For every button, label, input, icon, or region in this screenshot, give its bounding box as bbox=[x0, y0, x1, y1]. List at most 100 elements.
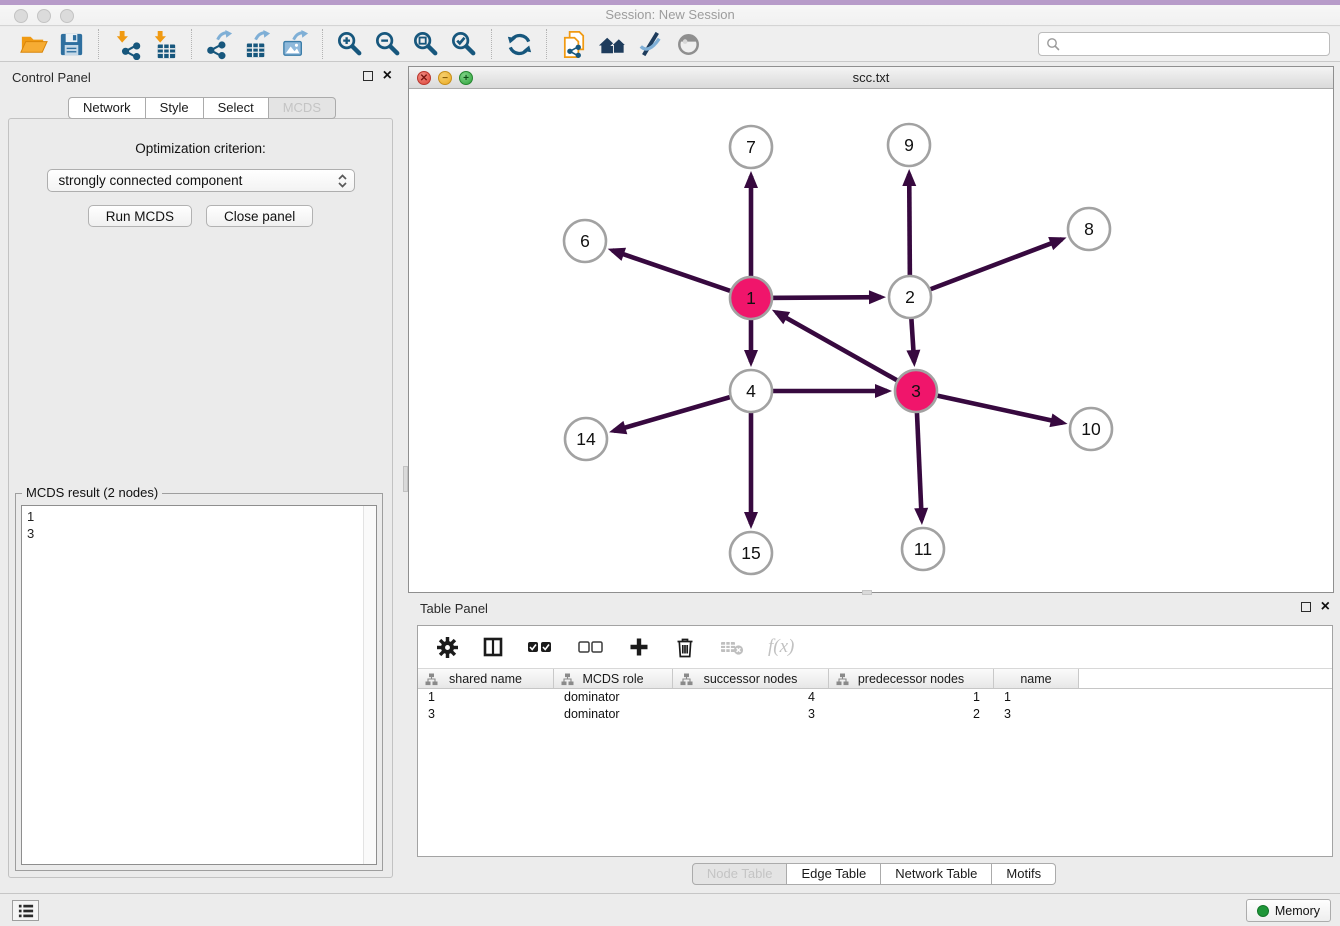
search-input[interactable] bbox=[1060, 34, 1329, 54]
vizmap-button[interactable] bbox=[631, 28, 669, 60]
import-table-button[interactable] bbox=[145, 28, 183, 60]
close-table-panel-icon[interactable]: × bbox=[1321, 601, 1330, 613]
table-cell-MCDS-role[interactable]: dominator bbox=[554, 689, 673, 706]
float-panel-icon[interactable] bbox=[363, 71, 373, 81]
graph-node-1[interactable]: 1 bbox=[730, 277, 772, 319]
save-button[interactable] bbox=[52, 28, 90, 60]
eye-button[interactable] bbox=[669, 28, 707, 60]
table-rows: 1dominator4113dominator323 bbox=[418, 689, 1332, 722]
zoom-fit-icon bbox=[411, 29, 442, 60]
graph-node-2[interactable]: 2 bbox=[889, 276, 931, 318]
search-box[interactable] bbox=[1038, 32, 1330, 56]
home-icon bbox=[597, 29, 628, 60]
network-minimize-icon[interactable]: − bbox=[438, 71, 452, 85]
column-header-predecessor-nodes[interactable]: predecessor nodes bbox=[829, 669, 994, 688]
open-button[interactable] bbox=[14, 28, 52, 60]
home-button[interactable] bbox=[593, 28, 631, 60]
deselect-all-button[interactable] bbox=[578, 635, 604, 659]
table-column-headers: shared name MCDS role successor nodesprede… bbox=[418, 668, 1332, 689]
tab-mcds[interactable]: MCDS bbox=[269, 97, 336, 119]
graph-node-15[interactable]: 15 bbox=[730, 532, 772, 574]
network-maximize-icon[interactable]: + bbox=[459, 71, 473, 85]
zoom-out-button[interactable] bbox=[369, 28, 407, 60]
table-cell-shared-name[interactable]: 3 bbox=[418, 706, 554, 723]
table-row[interactable]: 3dominator323 bbox=[418, 706, 1332, 723]
float-table-panel-icon[interactable] bbox=[1301, 602, 1311, 612]
duplicate-network-button[interactable] bbox=[555, 28, 593, 60]
node-table-container: f(x) shared nameMCDS rolesuccessor nodes… bbox=[417, 625, 1333, 857]
zoom-in-button[interactable] bbox=[331, 28, 369, 60]
table-cell-name[interactable]: 1 bbox=[994, 689, 1079, 706]
column-header-label: MCDS role bbox=[582, 672, 643, 686]
graph-node-7[interactable]: 7 bbox=[730, 126, 772, 168]
refresh-button[interactable] bbox=[500, 28, 538, 60]
control-panel: Control Panel × NetworkStyleSelectMCDS O… bbox=[0, 66, 404, 880]
table-panel-tabs: Node TableEdge TableNetwork TableMotifs bbox=[408, 863, 1340, 885]
list-icon bbox=[17, 903, 35, 919]
column-header-MCDS-role[interactable]: MCDS role bbox=[554, 669, 673, 688]
network-close-icon[interactable]: ✕ bbox=[417, 71, 431, 85]
import-network-button[interactable] bbox=[107, 28, 145, 60]
graph-node-9[interactable]: 9 bbox=[888, 124, 930, 166]
mcds-result-scrollbar[interactable] bbox=[363, 506, 376, 864]
table-cell-predecessor-nodes[interactable]: 2 bbox=[829, 706, 994, 723]
column-header-label: shared name bbox=[449, 672, 522, 686]
graph-node-3[interactable]: 3 bbox=[895, 370, 937, 412]
tab-style[interactable]: Style bbox=[146, 97, 204, 119]
column-header-successor-nodes[interactable]: successor nodes bbox=[673, 669, 829, 688]
control-panel-title: Control Panel bbox=[12, 70, 91, 85]
zoom-fit-button[interactable] bbox=[407, 28, 445, 60]
graph-edge-3-1[interactable] bbox=[776, 312, 916, 391]
tab-motifs[interactable]: Motifs bbox=[992, 863, 1056, 885]
graph-edge-2-8[interactable] bbox=[910, 239, 1062, 297]
graph-node-8[interactable]: 8 bbox=[1068, 208, 1110, 250]
task-history-button[interactable] bbox=[12, 900, 39, 921]
graph-node-14[interactable]: 14 bbox=[565, 418, 607, 460]
column-header-shared-name[interactable]: shared name bbox=[418, 669, 554, 688]
control-panel-header: Control Panel × bbox=[0, 66, 404, 90]
graph-node-label-7: 7 bbox=[746, 137, 756, 157]
close-panel-icon[interactable]: × bbox=[383, 70, 392, 82]
tab-select[interactable]: Select bbox=[204, 97, 269, 119]
table-cell-successor-nodes[interactable]: 4 bbox=[673, 689, 829, 706]
select-all-button[interactable] bbox=[528, 635, 554, 659]
eye-icon bbox=[673, 29, 704, 60]
close-panel-button[interactable]: Close panel bbox=[206, 205, 313, 227]
memory-button[interactable]: Memory bbox=[1246, 899, 1331, 922]
table-cell-predecessor-nodes[interactable]: 1 bbox=[829, 689, 994, 706]
mcds-result-box[interactable]: 1 3 bbox=[21, 505, 377, 865]
table-cell-successor-nodes[interactable]: 3 bbox=[673, 706, 829, 723]
table-cell-shared-name[interactable]: 1 bbox=[418, 689, 554, 706]
tab-edge-table[interactable]: Edge Table bbox=[787, 863, 881, 885]
table-cell-MCDS-role[interactable]: dominator bbox=[554, 706, 673, 723]
export-table-icon bbox=[242, 29, 273, 60]
table-row[interactable]: 1dominator411 bbox=[418, 689, 1332, 706]
graph-node-4[interactable]: 4 bbox=[730, 370, 772, 412]
export-network-button[interactable] bbox=[200, 28, 238, 60]
columns-button[interactable] bbox=[482, 635, 504, 659]
network-resize-grip[interactable] bbox=[862, 590, 872, 595]
gear-button[interactable] bbox=[436, 635, 458, 659]
select-stepper-icon bbox=[337, 173, 348, 189]
save-icon bbox=[56, 29, 87, 60]
tab-node-table[interactable]: Node Table bbox=[692, 863, 788, 885]
zoom-selected-button[interactable] bbox=[445, 28, 483, 60]
criterion-select[interactable]: strongly connected component bbox=[47, 169, 355, 192]
export-image-button[interactable] bbox=[276, 28, 314, 60]
run-mcds-button[interactable]: Run MCDS bbox=[88, 205, 192, 227]
graph-node-6[interactable]: 6 bbox=[564, 220, 606, 262]
graph-node-11[interactable]: 11 bbox=[902, 528, 944, 570]
graph-node-10[interactable]: 10 bbox=[1070, 408, 1112, 450]
criterion-selected-value: strongly connected component bbox=[59, 173, 243, 188]
network-canvas[interactable]: 7 9 6 8 1 2 4 3 14 10 15 11 bbox=[409, 89, 1333, 592]
export-table-button[interactable] bbox=[238, 28, 276, 60]
graph-edge-3-10[interactable] bbox=[916, 391, 1063, 423]
network-window-titlebar[interactable]: ✕ − + scc.txt bbox=[409, 67, 1333, 89]
column-header-name[interactable]: name bbox=[994, 669, 1079, 688]
tab-network[interactable]: Network bbox=[68, 97, 146, 119]
delete-button[interactable] bbox=[674, 635, 696, 659]
tab-network-table[interactable]: Network Table bbox=[881, 863, 992, 885]
add-button[interactable] bbox=[628, 635, 650, 659]
table-cell-name[interactable]: 3 bbox=[994, 706, 1079, 723]
toolbar-group bbox=[192, 28, 322, 60]
